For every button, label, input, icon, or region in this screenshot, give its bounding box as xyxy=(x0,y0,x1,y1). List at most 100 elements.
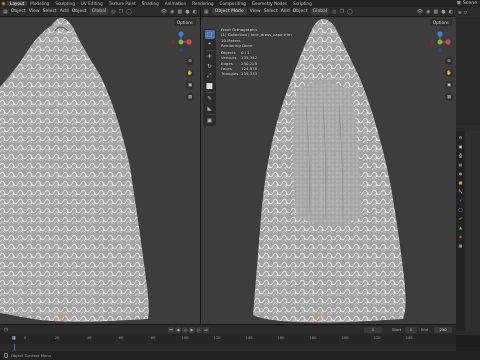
overlay-icon[interactable]: ◉ xyxy=(426,9,430,15)
render-properties-icon[interactable]: ▣ xyxy=(458,143,464,149)
tab-modeling[interactable]: Modeling xyxy=(27,1,52,6)
shading-material-icon[interactable]: ◐ xyxy=(193,9,197,15)
view-layer-icon[interactable]: ▤ xyxy=(458,161,464,167)
select-box-icon[interactable]: ⬚ xyxy=(204,30,215,39)
shading-material-icon[interactable]: ◐ xyxy=(449,9,453,15)
scene-icon[interactable]: ▣ xyxy=(457,1,461,6)
tab-rendering[interactable]: Rendering xyxy=(189,1,216,6)
tab-sculpting[interactable]: Sculpting xyxy=(52,1,78,6)
right-mode-selector[interactable]: Object Mode xyxy=(211,8,247,15)
camera-view-icon[interactable]: ▣ xyxy=(445,81,453,89)
modifier-properties-icon[interactable]: 🔧 xyxy=(458,188,464,194)
frame-ruler[interactable]: 1 0 20 40 60 80 100 120 140 160 180 200 … xyxy=(0,334,456,344)
visibility-icon[interactable]: 👁 xyxy=(161,9,167,15)
right-options-dropdown[interactable]: Options xyxy=(429,19,452,26)
zoom-icon[interactable]: ⊕ xyxy=(186,57,194,65)
right-orientation-dropdown[interactable]: Global xyxy=(310,8,330,15)
object-properties-icon[interactable]: ■ xyxy=(458,179,464,185)
object-origin-icon xyxy=(59,315,65,321)
left-menu-select[interactable]: Select xyxy=(43,9,57,14)
timeline-editor-icon[interactable]: ◷ xyxy=(4,327,8,333)
right-menu-add[interactable]: Add xyxy=(281,9,290,14)
left-menu-object[interactable]: Object xyxy=(72,9,87,14)
current-frame-marker[interactable]: 1 xyxy=(11,336,17,340)
perspective-toggle-icon[interactable]: ▦ xyxy=(186,93,194,101)
constraint-properties-icon[interactable]: ☍ xyxy=(458,215,464,221)
particles-properties-icon[interactable]: ✳ xyxy=(458,197,464,203)
left-mode-selector[interactable]: Object xyxy=(11,9,26,14)
pan-hand-icon[interactable]: ✋ xyxy=(445,69,453,77)
texture-properties-icon[interactable]: ▦ xyxy=(458,242,464,248)
current-frame-field[interactable]: 1 xyxy=(364,326,382,333)
editor-type-icon[interactable]: ▦ xyxy=(3,9,8,15)
visibility-icon[interactable]: 👁 xyxy=(417,9,423,15)
left-menu-add[interactable]: Add xyxy=(60,9,69,14)
outliner-panel[interactable] xyxy=(456,17,480,125)
tab-animation[interactable]: Animation xyxy=(162,1,189,6)
right-menu-view[interactable]: View xyxy=(250,9,261,14)
left-menu-view[interactable]: View xyxy=(29,9,40,14)
physics-properties-icon[interactable]: ◯ xyxy=(458,206,464,212)
tab-layout[interactable]: Layout xyxy=(7,1,28,6)
add-cube-icon[interactable]: ▣ xyxy=(205,116,215,125)
status-hint: Object Context Menu xyxy=(11,353,52,358)
right-menu-object[interactable]: Object xyxy=(293,9,308,14)
xray-icon[interactable]: ▩ xyxy=(178,9,183,15)
scene-selector[interactable]: Scene xyxy=(463,1,477,6)
jump-keyframe-back-icon[interactable]: ◀ xyxy=(175,326,181,333)
pivot-icon[interactable]: ◎ xyxy=(111,9,115,15)
overlay-icon[interactable]: ◉ xyxy=(170,9,174,15)
camera-view-icon[interactable]: ▣ xyxy=(186,81,194,89)
shading-solid-icon[interactable]: ● xyxy=(441,9,445,15)
proportional-edit-icon[interactable]: ◯ xyxy=(347,9,353,15)
pivot-icon[interactable]: ◎ xyxy=(332,9,336,15)
tab-geometry-nodes[interactable]: Geometry Nodes xyxy=(249,1,290,6)
scene-properties-icon[interactable]: ● xyxy=(458,170,464,176)
pan-hand-icon[interactable]: ✋ xyxy=(186,69,194,77)
tab-compositing[interactable]: Compositing xyxy=(217,1,249,6)
left-3d-viewport[interactable]: Options ⊕ ✋ ▣ ▦ xyxy=(0,17,200,324)
proportional-edit-icon[interactable]: ◯ xyxy=(126,9,132,15)
zoom-icon[interactable]: ⊕ xyxy=(445,57,453,65)
snap-icon[interactable]: ❒ xyxy=(119,9,123,15)
move-icon[interactable]: ✛ xyxy=(205,52,215,61)
left-orientation-dropdown[interactable]: Global xyxy=(89,8,109,15)
outliner-icon[interactable]: ☰ xyxy=(458,10,462,15)
measure-icon[interactable]: ◣ xyxy=(205,104,215,113)
cursor-icon[interactable]: ⌖ xyxy=(205,40,215,49)
play-reverse-icon[interactable]: ◁ xyxy=(182,326,188,333)
scale-icon[interactable]: ⤢ xyxy=(205,72,215,81)
rotate-icon[interactable]: ↻ xyxy=(205,62,215,71)
tool-properties-icon[interactable]: ⚙ xyxy=(458,134,464,140)
data-properties-icon[interactable]: ▲ xyxy=(458,224,464,230)
jump-end-icon[interactable]: ⏭ xyxy=(203,326,209,333)
play-icon[interactable]: ▶ xyxy=(189,326,195,333)
tab-uv-editing[interactable]: UV Editing xyxy=(78,1,106,6)
timeline-body[interactable] xyxy=(0,344,456,351)
xray-icon[interactable]: ▩ xyxy=(434,9,439,15)
end-frame-field[interactable]: 250 xyxy=(434,326,452,333)
editor-type-icon[interactable]: ▦ xyxy=(204,9,209,15)
material-properties-icon[interactable]: ◉ xyxy=(458,233,464,239)
jump-start-icon[interactable]: ⏮ xyxy=(168,326,174,333)
annotate-icon[interactable]: ✎ xyxy=(205,94,215,103)
right-menu-select[interactable]: Select xyxy=(264,9,278,14)
tab-shading[interactable]: Shading xyxy=(139,1,162,6)
transform-icon[interactable]: ⬜ xyxy=(205,82,215,91)
left-options-dropdown[interactable]: Options xyxy=(173,19,196,26)
stat-row-triangles: Triangles 239,333 xyxy=(221,71,258,77)
right-3d-viewport[interactable]: Front Orthographic (1) Collection | lace… xyxy=(201,17,456,324)
shading-solid-icon[interactable]: ● xyxy=(185,9,189,15)
output-properties-icon[interactable]: ⎙ xyxy=(458,152,464,158)
start-frame-field[interactable]: 1 xyxy=(405,326,417,333)
jump-keyframe-forward-icon[interactable]: ▷ xyxy=(196,326,202,333)
tab-scripting[interactable]: Scripting xyxy=(290,1,315,6)
tab-texture-paint[interactable]: Texture Paint xyxy=(106,1,139,6)
properties-panel[interactable] xyxy=(466,131,480,331)
filter-icon[interactable]: ▽ xyxy=(464,10,467,15)
perspective-toggle-icon[interactable]: ▦ xyxy=(445,93,453,101)
right-navigation-gizmo[interactable] xyxy=(429,31,451,53)
snap-icon[interactable]: ❒ xyxy=(340,9,344,15)
blender-logo-icon[interactable]: ◉ xyxy=(0,0,7,7)
left-navigation-gizmo[interactable] xyxy=(170,31,192,53)
